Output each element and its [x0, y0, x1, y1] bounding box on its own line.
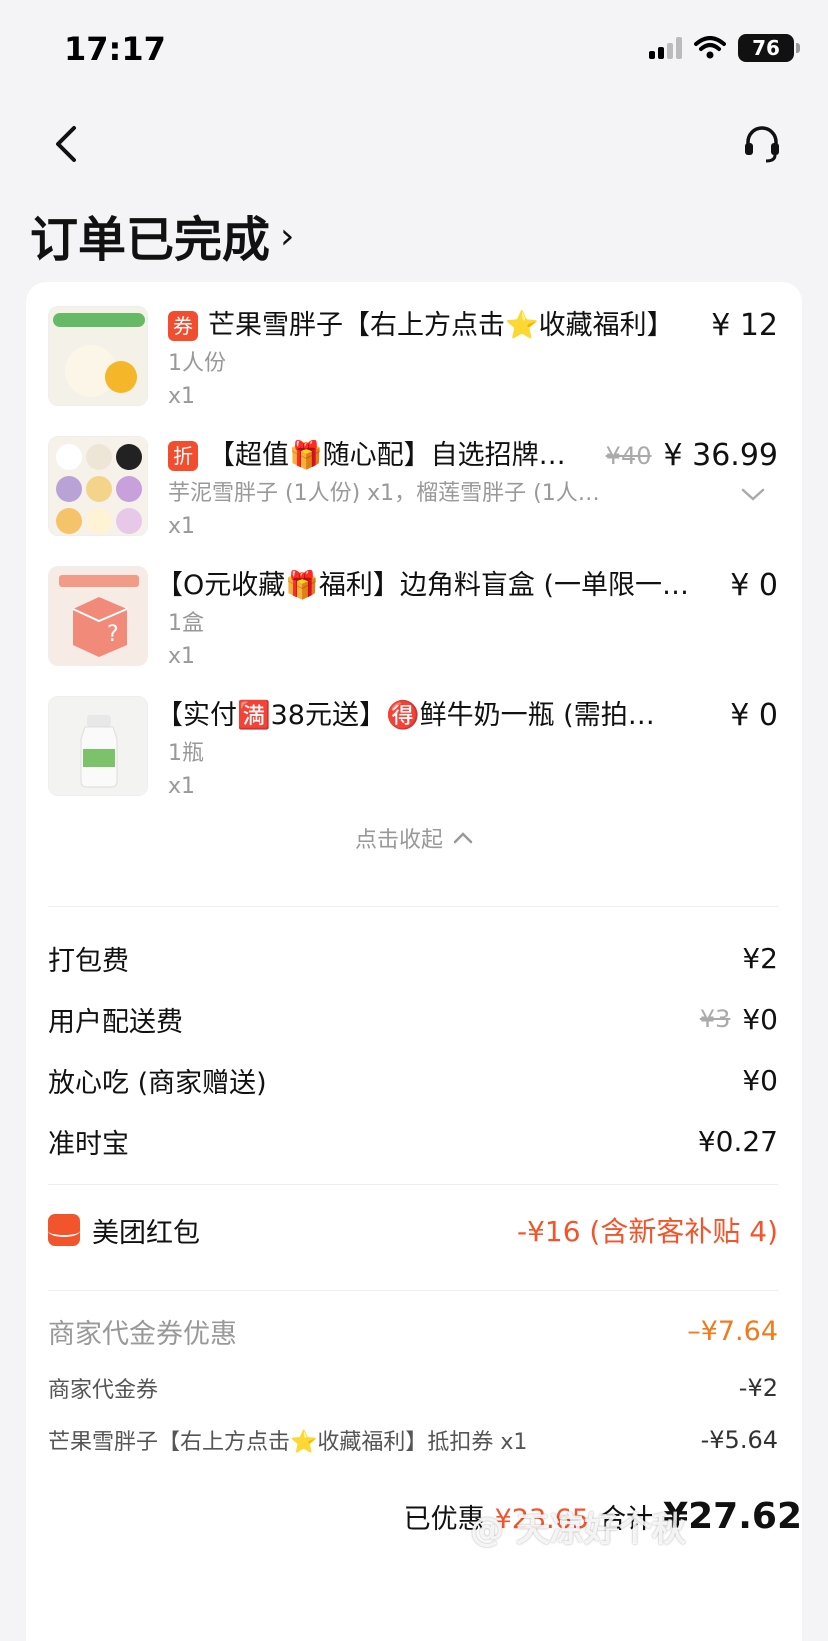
item-price: ¥ 12 [711, 306, 778, 346]
item-name: 【超值🎁随心配】自选招牌雪… [208, 440, 588, 471]
item-quantity: x1 [168, 514, 196, 539]
item-quantity: x1 [168, 774, 196, 799]
fee-label: 用户配送费 [48, 1006, 183, 1038]
chevron-up-icon [453, 832, 473, 844]
fee-label: 准时宝 [48, 1128, 129, 1160]
item-thumbnail [48, 436, 148, 536]
order-item[interactable]: 【实付🈵38元送】🉐鲜牛奶一瓶 (需拍… ¥ 0 1瓶 x1 [48, 696, 778, 806]
item-original-price: ¥40 [605, 442, 652, 470]
svg-text:?: ? [107, 622, 119, 647]
status-icons: 76 [649, 34, 800, 62]
merchant-voucher-discount: 商家代金券优惠 –¥7.64 [48, 1312, 778, 1351]
item-price: ¥ 0 [730, 566, 778, 606]
order-status-title[interactable]: 订单已完成 › [30, 200, 294, 270]
voucher-discount-value: –¥7.64 [687, 1316, 778, 1347]
fee-row-on-time-guarantee: 准时宝 ¥0.27 [48, 1121, 778, 1161]
voucher-row: 芒果雪胖子【右上方点击⭐收藏福利】抵扣券 x1 -¥5.64 [48, 1424, 778, 1456]
battery-icon: 76 [738, 34, 800, 62]
divider [48, 1184, 778, 1185]
voucher-discount-label: 商家代金券优惠 [48, 1319, 237, 1350]
item-name: 【O元收藏🎁福利】边角料盲盒 (一单限一… [156, 570, 689, 601]
headset-icon [745, 126, 779, 163]
coupon-tag-badge: 券 [168, 311, 198, 341]
watermark: @ 天凉好个秋 [470, 1510, 686, 1550]
item-thumbnail [48, 696, 148, 796]
collapse-items-button[interactable]: 点击收起 [26, 822, 802, 854]
fee-row-safe-eating: 放心吃 (商家赠送) ¥0 [48, 1060, 778, 1100]
item-price-value: ¥ 0 [730, 568, 778, 603]
order-detail-card: 券 芒果雪胖子【右上方点击⭐收藏福利】 ¥ 12 1人份 x1 折 【超值🎁随心… [26, 282, 802, 1641]
item-title: 券 芒果雪胖子【右上方点击⭐收藏福利】 [168, 306, 708, 346]
page-title: 订单已完成 [30, 212, 271, 268]
back-button[interactable] [40, 118, 92, 170]
order-item[interactable]: ? 【O元收藏🎁福利】边角料盲盒 (一单限一… ¥ 0 1盒 x1 [48, 566, 778, 676]
voucher-row: 商家代金券 -¥2 [48, 1372, 778, 1404]
collapse-label: 点击收起 [354, 828, 443, 853]
divider [48, 906, 778, 907]
order-item[interactable]: 折 【超值🎁随心配】自选招牌雪… ¥40 ¥ 36.99 芋泥雪胖子 (1人份)… [48, 436, 778, 546]
fee-value: ¥0 [742, 1002, 778, 1036]
item-price: ¥ 0 [730, 696, 778, 736]
item-price-value: ¥ 0 [730, 698, 778, 733]
item-spec: 1瓶 [168, 741, 204, 766]
item-quantity: x1 [168, 384, 196, 409]
item-name: 【实付🈵38元送】🉐鲜牛奶一瓶 (需拍… [156, 700, 655, 731]
item-thumbnail: ? [48, 566, 148, 666]
fee-value: ¥0.27 [697, 1124, 778, 1158]
fee-label: 打包费 [48, 945, 129, 977]
status-bar: 17:17 76 [0, 0, 828, 96]
item-title: 【O元收藏🎁福利】边角料盲盒 (一单限一… [156, 566, 716, 606]
item-title: 【实付🈵38元送】🉐鲜牛奶一瓶 (需拍… [156, 696, 656, 736]
voucher-value: -¥2 [738, 1374, 778, 1402]
customer-service-button[interactable] [736, 118, 788, 170]
item-spec: 1盒 [168, 611, 204, 636]
red-packet-icon [48, 1214, 80, 1246]
item-thumbnail [48, 306, 148, 406]
item-spec: 1人份 [168, 351, 226, 376]
chevron-left-icon [56, 126, 76, 162]
status-time: 17:17 [64, 30, 166, 68]
item-price: ¥40 ¥ 36.99 [606, 436, 778, 476]
chevron-down-icon [741, 488, 765, 501]
fee-value: ¥2 [742, 941, 778, 975]
item-price-value: ¥ 12 [711, 308, 778, 343]
wifi-icon [694, 36, 726, 59]
fee-row-packaging: 打包费 ¥2 [48, 938, 778, 978]
item-price-value: ¥ 36.99 [663, 438, 778, 473]
meituan-red-packet-row: 美团红包 -¥16 (含新客补贴 4) [48, 1206, 778, 1254]
expand-spec-button[interactable] [738, 480, 768, 510]
fee-original-value: ¥3 [699, 1005, 731, 1033]
fee-row-delivery: 用户配送费 ¥3 ¥0 [48, 999, 778, 1039]
voucher-label: 商家代金券 [48, 1378, 159, 1403]
fee-label: 放心吃 (商家赠送) [48, 1067, 267, 1099]
divider [48, 1290, 778, 1291]
signal-icon [649, 37, 682, 59]
red-packet-label: 美团红包 [92, 1217, 200, 1249]
voucher-label: 芒果雪胖子【右上方点击⭐收藏福利】抵扣券 x1 [48, 1430, 528, 1455]
voucher-value: -¥5.64 [700, 1426, 778, 1454]
item-quantity: x1 [168, 644, 196, 669]
item-name: 芒果雪胖子【右上方点击⭐收藏福利】 [208, 310, 674, 341]
order-item[interactable]: 券 芒果雪胖子【右上方点击⭐收藏福利】 ¥ 12 1人份 x1 [48, 306, 778, 416]
discount-tag-badge: 折 [168, 441, 198, 471]
chevron-right-icon: › [280, 215, 295, 257]
item-title: 折 【超值🎁随心配】自选招牌雪… [168, 436, 588, 476]
item-spec: 芋泥雪胖子 (1人份) x1，榴莲雪胖子 (1人… [168, 481, 600, 506]
red-packet-value: -¥16 (含新客补贴 4) [516, 1215, 778, 1248]
fee-value: ¥0 [742, 1063, 778, 1097]
